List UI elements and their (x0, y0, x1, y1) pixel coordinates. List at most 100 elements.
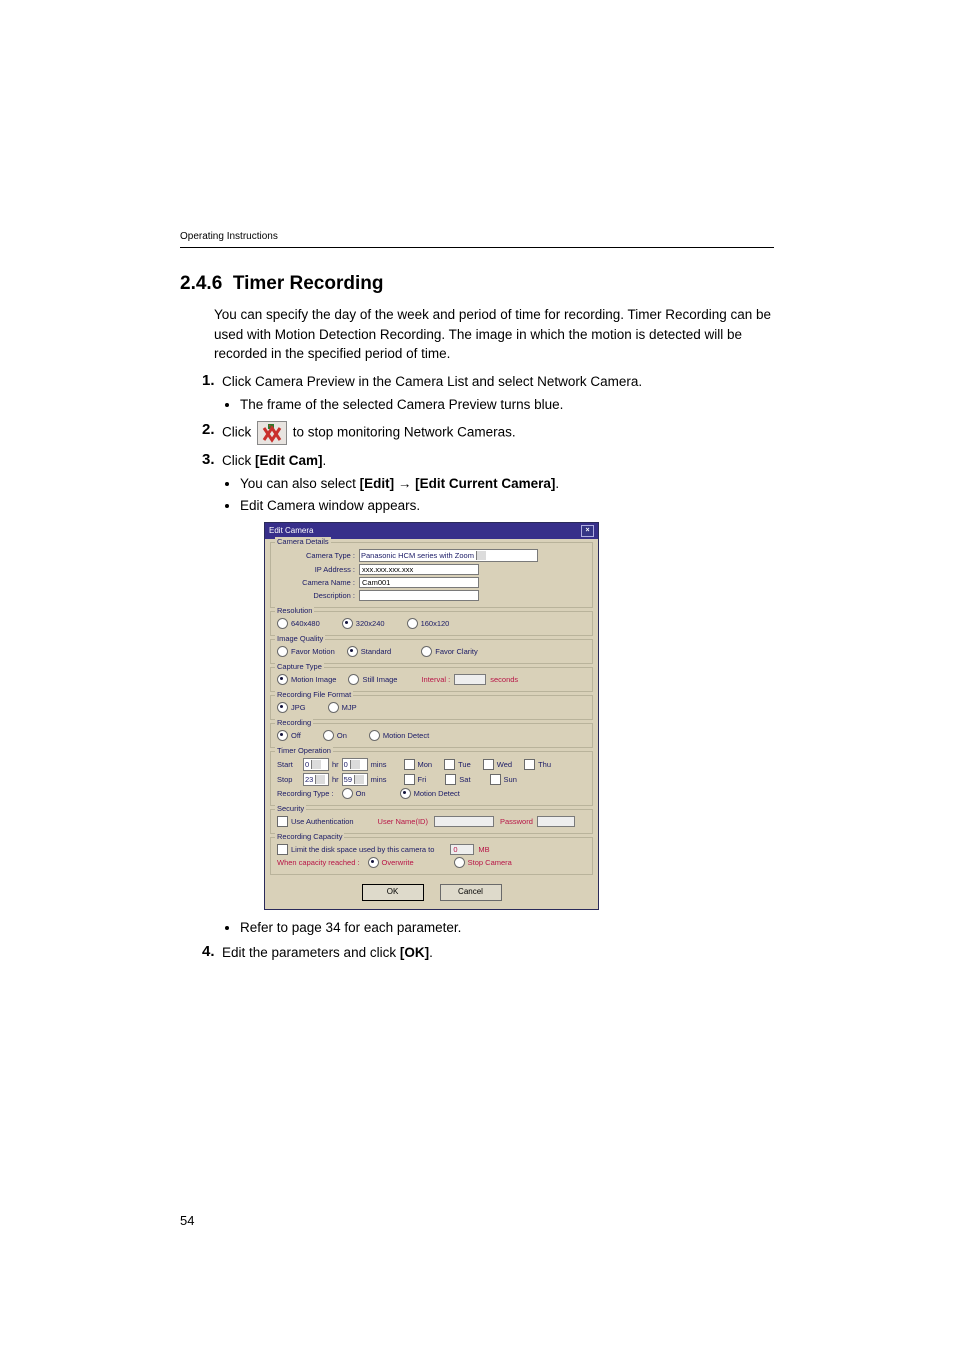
chk-sun[interactable]: Sun (490, 774, 517, 785)
camera-type-select[interactable]: Panasonic HCM series with Zoom (359, 549, 538, 562)
close-icon[interactable]: × (581, 525, 594, 537)
group-security: Security Use Authentication User Name(ID… (270, 809, 593, 834)
radio-mjp[interactable]: MJP (328, 702, 357, 713)
radio-overwrite: Overwrite (368, 857, 414, 868)
chk-limit-disk[interactable]: Limit the disk space used by this camera… (277, 844, 434, 855)
label-hr2: hr (332, 775, 339, 784)
start-hr-select[interactable]: 0 (303, 758, 329, 771)
section-title-text: Timer Recording (233, 273, 384, 294)
camera-name-input[interactable]: Cam001 (359, 577, 479, 588)
group-recording-capacity: Recording Capacity Limit the disk space … (270, 837, 593, 875)
t: . (555, 476, 559, 491)
username-input (434, 816, 494, 827)
t: 640x480 (291, 619, 320, 628)
step-text-before: Click (222, 424, 255, 439)
step-2: 2. Click to stop monitoring Network Came… (202, 421, 774, 445)
t: Overwrite (382, 858, 414, 867)
legend: Camera Details (275, 537, 331, 546)
radio-still-image[interactable]: Still Image (348, 674, 397, 685)
radio-640x480[interactable]: 640x480 (277, 618, 320, 629)
start-min-select[interactable]: 0 (342, 758, 368, 771)
step-number: 1. (202, 370, 215, 392)
t: Tue (458, 760, 471, 769)
chk-thu[interactable]: Thu (524, 759, 551, 770)
chk-mon[interactable]: Mon (404, 759, 433, 770)
t: You can also select (240, 476, 360, 491)
label-camera-type: Camera Type : (277, 551, 355, 560)
step-text: Click Camera Preview in the Camera List … (222, 374, 642, 389)
step-number: 2. (202, 419, 215, 441)
step-3: 3. Click [Edit Cam]. You can also select… (202, 451, 774, 937)
t: Motion Image (291, 675, 336, 684)
radio-stop-camera: Stop Camera (454, 857, 512, 868)
t: Stop Camera (468, 858, 512, 867)
radio-rec-motion-detect[interactable]: Motion Detect (369, 730, 429, 741)
radio-favor-motion[interactable]: Favor Motion (277, 646, 335, 657)
running-header: Operating Instructions (180, 230, 774, 248)
description-input[interactable] (359, 590, 479, 601)
legend: Resolution (275, 606, 314, 615)
label-username: User Name(ID) (378, 817, 428, 826)
step-number: 3. (202, 449, 215, 471)
cancel-button[interactable]: Cancel (440, 884, 502, 901)
t: Use Authentication (291, 817, 354, 826)
t: JPG (291, 703, 306, 712)
t: Favor Clarity (435, 647, 478, 656)
stop-hr-select[interactable]: 23 (303, 773, 329, 786)
legend: Recording File Format (275, 690, 353, 699)
t: Limit the disk space used by this camera… (291, 845, 434, 854)
chk-sat[interactable]: Sat (445, 774, 470, 785)
label-password: Password (500, 817, 533, 826)
label-seconds: seconds (490, 675, 518, 684)
chk-fri[interactable]: Fri (404, 774, 427, 785)
chk-tue[interactable]: Tue (444, 759, 471, 770)
label-interval: Interval : (421, 675, 450, 684)
label-mb: MB (478, 845, 489, 854)
legend: Capture Type (275, 662, 324, 671)
label-mins2: mins (371, 775, 387, 784)
legend: Image Quality (275, 634, 325, 643)
radio-favor-clarity[interactable]: Favor Clarity (421, 646, 478, 657)
chk-wed[interactable]: Wed (483, 759, 512, 770)
legend: Recording Capacity (275, 832, 344, 841)
step-3-sub3: Refer to page 34 for each parameter. (240, 918, 774, 938)
label-camera-name: Camera Name : (277, 578, 355, 587)
page-number: 54 (180, 1212, 194, 1231)
group-file-format: Recording File Format JPG MJP (270, 695, 593, 720)
chk-use-authentication[interactable]: Use Authentication (277, 816, 354, 827)
password-input (537, 816, 575, 827)
v: 59 (344, 775, 352, 784)
radio-160x120[interactable]: 160x120 (407, 618, 450, 629)
radio-rt-motion-detect[interactable]: Motion Detect (400, 788, 460, 799)
step-bold: [OK] (400, 945, 429, 960)
radio-standard[interactable]: Standard (347, 646, 391, 657)
radio-rec-on[interactable]: On (323, 730, 347, 741)
radio-rec-off[interactable]: Off (277, 730, 301, 741)
radio-320x240[interactable]: 320x240 (342, 618, 385, 629)
group-timer-operation: Timer Operation Start 0 hr 0 mins Mon Tu… (270, 751, 593, 806)
radio-jpg[interactable]: JPG (277, 702, 306, 713)
t: Motion Detect (414, 789, 460, 798)
group-resolution: Resolution 640x480 320x240 160x120 (270, 611, 593, 636)
edit-camera-dialog: Edit Camera × Camera Details Camera Type… (264, 522, 599, 910)
ip-address-input[interactable]: xxx.xxx.xxx.xxx (359, 564, 479, 575)
step-text-after: . (323, 453, 327, 468)
t: Standard (361, 647, 391, 656)
v: 0 (344, 760, 348, 769)
group-image-quality: Image Quality Favor Motion Standard Favo… (270, 639, 593, 664)
ok-button[interactable]: OK (362, 884, 424, 901)
legend: Timer Operation (275, 746, 333, 755)
label-ip: IP Address : (277, 565, 355, 574)
stop-min-select[interactable]: 59 (342, 773, 368, 786)
step-3-sub2: Edit Camera window appears. (240, 496, 774, 516)
radio-motion-image[interactable]: Motion Image (277, 674, 336, 685)
t: Motion Detect (383, 731, 429, 740)
t: Sat (459, 775, 470, 784)
t: On (337, 731, 347, 740)
legend: Recording (275, 718, 313, 727)
arrow-icon: → (394, 476, 415, 491)
step-text-after: . (429, 945, 433, 960)
radio-rt-on[interactable]: On (342, 788, 366, 799)
legend: Security (275, 804, 306, 813)
section-heading: 2.4.6 Timer Recording (180, 270, 774, 298)
